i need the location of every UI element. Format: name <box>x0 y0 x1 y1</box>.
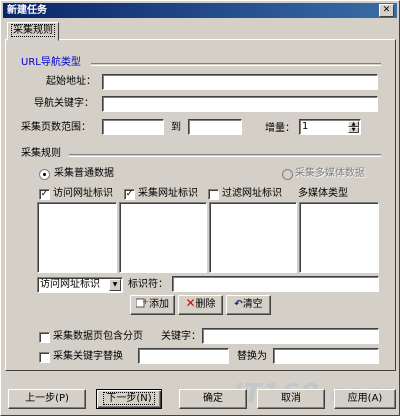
apply-button[interactable]: 应用(A) <box>334 389 396 409</box>
tab-collect-rules[interactable]: 采集规则 <box>7 22 59 41</box>
replace-from-input[interactable] <box>138 348 229 364</box>
increment-value: 1 <box>302 121 309 132</box>
close-icon: ✕ <box>382 5 391 15</box>
delete-icon: ✕ <box>185 296 196 310</box>
to-label: 到 <box>171 122 181 133</box>
rules-group-title: 采集规则 <box>21 148 61 159</box>
svg-text:+: + <box>142 297 148 306</box>
add-label: 添加 <box>149 299 169 310</box>
rules-group-line <box>69 154 381 157</box>
replace-label: 采集关键字替换 <box>53 351 123 362</box>
identifier-input[interactable] <box>172 276 379 292</box>
spinner-buttons[interactable]: ▲ ▼ <box>348 121 359 133</box>
delete-label: 删除 <box>195 299 216 310</box>
window-title: 新建任务 <box>7 5 47 16</box>
filter-url-label: 过滤网址标识 <box>222 188 282 199</box>
chevron-down-icon[interactable]: ▼ <box>109 279 121 291</box>
radio-normal-data[interactable] <box>39 169 50 180</box>
filter-url-list[interactable] <box>209 202 297 273</box>
filter-url-checkbox[interactable] <box>208 189 219 200</box>
increment-label: 增量： <box>265 123 295 134</box>
prev-button[interactable]: 上一步(P) <box>8 389 86 409</box>
collect-url-label: 采集网址标识 <box>138 188 198 199</box>
start-address-label: 起始地址： <box>46 76 96 87</box>
url-nav-group-line <box>91 63 381 66</box>
delete-button[interactable]: ✕删除 <box>178 295 223 315</box>
clear-label: 清空 <box>242 299 263 310</box>
close-button[interactable]: ✕ <box>379 4 394 17</box>
start-address-input[interactable] <box>102 74 378 90</box>
cancel-button[interactable]: 取消 <box>257 389 325 409</box>
replace-checkbox[interactable] <box>39 352 50 363</box>
keyword-label: 关键字： <box>161 331 201 342</box>
page-range-label: 采集页数范围： <box>21 122 91 133</box>
replace-to-input[interactable] <box>273 348 379 364</box>
visit-url-list[interactable] <box>37 202 117 273</box>
identifier-type-select[interactable]: 访问网址标识 ▼ <box>37 277 123 293</box>
radio-media-label: 采集多媒体数据 <box>295 168 365 179</box>
cancel-label: 取消 <box>281 393 301 404</box>
url-nav-group-title: URL导航类型 <box>21 57 81 68</box>
identifier-type-value: 访问网址标识 <box>40 279 100 290</box>
spin-down-icon[interactable]: ▼ <box>348 127 359 133</box>
add-button[interactable]: + 添加 <box>130 295 175 315</box>
replace-with-label: 替换为 <box>237 351 267 362</box>
visit-url-label: 访问网址标识 <box>53 188 113 199</box>
paging-label: 采集数据页包含分页 <box>53 331 143 342</box>
media-type-list[interactable] <box>299 202 379 273</box>
undo-icon: ↶ <box>234 299 243 310</box>
dialog-window: 新建任务 ✕ 采集规则 URL导航类型 起始地址： 导航关键字： 采集页数范围：… <box>0 0 400 416</box>
add-icon: + <box>136 297 148 308</box>
media-type-label: 多媒体类型 <box>298 188 348 199</box>
ok-label: 确定 <box>203 393 223 404</box>
title-bar: 新建任务 ✕ <box>3 3 397 18</box>
nav-keyword-label: 导航关键字： <box>34 98 94 109</box>
prev-label: 上一步(P) <box>25 393 69 404</box>
next-button[interactable]: 下一步(N) <box>96 389 162 409</box>
paging-checkbox[interactable] <box>39 332 50 343</box>
radio-normal-label: 采集普通数据 <box>54 168 114 179</box>
tab-label: 采集规则 <box>11 24 55 37</box>
identifier-label: 标识符： <box>128 279 168 290</box>
collect-url-list[interactable] <box>119 202 207 273</box>
radio-media-data[interactable] <box>282 169 293 180</box>
visit-url-checkbox[interactable]: ✓ <box>39 189 50 200</box>
keyword-input[interactable] <box>202 328 379 344</box>
collect-url-checkbox[interactable]: ✓ <box>124 189 135 200</box>
page-from-input[interactable] <box>102 119 164 135</box>
apply-label: 应用(A) <box>347 393 383 404</box>
next-label: 下一步(N) <box>103 392 155 405</box>
increment-spinner[interactable]: 1 ▲ ▼ <box>299 119 361 135</box>
page-to-input[interactable] <box>188 119 242 135</box>
ok-button[interactable]: 确定 <box>179 389 247 409</box>
nav-keyword-input[interactable] <box>102 96 378 112</box>
clear-button[interactable]: ↶清空 <box>226 295 271 315</box>
